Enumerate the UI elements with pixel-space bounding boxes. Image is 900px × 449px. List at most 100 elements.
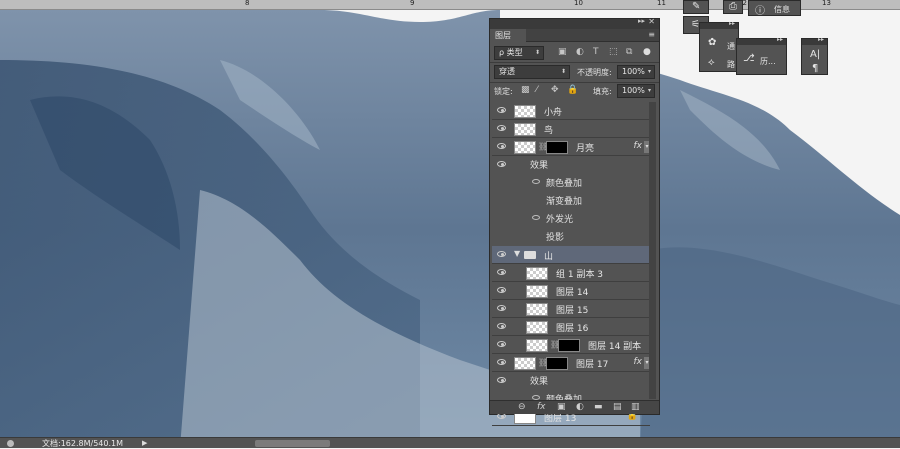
ruler-mark: 8	[245, 0, 250, 7]
fill-field[interactable]: 100% ▾	[617, 84, 655, 98]
filter-kind-select[interactable]: ρ 类型 ⬍	[494, 46, 544, 60]
visibility-eye-icon[interactable]	[497, 251, 506, 257]
layer-thumbnail	[526, 321, 548, 334]
group-name: 山	[544, 252, 554, 262]
collapse-icon[interactable]: ▸▸	[818, 36, 824, 43]
new-layer-icon[interactable]: ▤	[613, 402, 622, 412]
stamp-icon: ⎙	[729, 1, 737, 12]
layer-name: 鸟	[544, 126, 554, 136]
layers-panel[interactable]: ▸▸ ✕ 图层 ≡ ρ 类型 ⬍ ▣ ◐ T ⬚ ⧉ ● 穿透 ⬍ 不透明度: …	[489, 17, 660, 426]
visibility-eye-icon[interactable]	[497, 143, 506, 149]
adjustment-icon[interactable]: ◐	[576, 402, 584, 412]
opacity-label: 不透明度:	[577, 68, 612, 77]
status-menu-arrow[interactable]: ▶	[142, 438, 147, 449]
layer-row[interactable]: ⛓ 图层 17 fx ▾	[492, 354, 650, 372]
layer-row[interactable]: 小舟	[492, 102, 650, 120]
info-label: 信息	[774, 5, 790, 14]
fx-icon[interactable]: fx	[634, 141, 643, 151]
chevron-down-icon: ▾	[647, 68, 651, 75]
close-icon[interactable]: ✕	[648, 17, 655, 26]
layer-row[interactable]: ⛓ 月亮 fx ▾	[492, 138, 650, 156]
layer-mask-thumbnail[interactable]	[546, 141, 568, 154]
visibility-eye-icon[interactable]	[497, 359, 506, 365]
channels-paths-panel[interactable]: ▸▸ ✿ 通 ⟡ 路	[699, 20, 739, 72]
layer-mask-thumbnail[interactable]	[546, 357, 568, 370]
layer-row[interactable]: 鸟	[492, 120, 650, 138]
effects-header[interactable]: 效果	[492, 156, 650, 174]
tool-button-brush[interactable]: ✎	[683, 0, 709, 14]
visibility-eye-icon[interactable]	[497, 377, 506, 383]
filter-pixel-icon[interactable]: ▣	[558, 47, 567, 57]
layer-thumbnail	[526, 303, 548, 316]
lock-all-icon[interactable]: 🔒	[567, 85, 578, 95]
trash-icon[interactable]: ▥	[631, 402, 640, 412]
tab-layers[interactable]: 图层	[490, 29, 526, 42]
zoom-icon[interactable]	[7, 440, 14, 447]
filter-adjustment-icon[interactable]: ◐	[576, 47, 584, 57]
collapse-icon[interactable]: ▸▸	[729, 20, 735, 27]
collapse-icon[interactable]: ▸▸	[777, 36, 783, 43]
blend-mode-select[interactable]: 穿透 ⬍	[494, 65, 570, 79]
opacity-value: 100%	[622, 67, 645, 76]
expand-triangle-icon[interactable]: ▼	[514, 249, 520, 258]
effect-item[interactable]: 颜色叠加	[492, 174, 650, 192]
visibility-eye-icon[interactable]	[532, 179, 540, 184]
panel-title-bar[interactable]: ▸▸ ✕	[490, 17, 659, 29]
visibility-eye-icon[interactable]	[497, 125, 506, 131]
visibility-eye-icon[interactable]	[497, 269, 506, 275]
panel-menu-icon[interactable]: ≡	[648, 29, 655, 41]
folder-icon	[524, 251, 536, 259]
info-panel[interactable]: ⓘ 信息	[748, 0, 801, 17]
layer-row[interactable]: 组 1 副本 3	[492, 264, 650, 282]
lock-pixels-icon[interactable]: ⁄	[536, 85, 538, 95]
fx-icon[interactable]: fx	[634, 357, 643, 367]
visibility-eye-icon[interactable]	[497, 107, 506, 113]
history-label: 历...	[760, 57, 776, 66]
opacity-field[interactable]: 100% ▾	[617, 65, 655, 79]
character-panel[interactable]: ▸▸ A| ¶	[801, 36, 828, 75]
paragraph-icon: ¶	[812, 63, 819, 74]
fill-label: 填充:	[593, 87, 612, 96]
filter-kind-label: ρ 类型	[499, 48, 523, 57]
effects-header[interactable]: 效果	[492, 372, 650, 390]
effect-item[interactable]: 外发光	[492, 210, 650, 228]
layer-list[interactable]: 小舟鸟 ⛓ 月亮 fx ▾ 效果 颜色叠加 渐变叠加 外发光 投影 ▼ 山组 1 副本 3 图层 14 图…	[492, 102, 650, 426]
filter-shape-icon[interactable]: ⬚	[609, 47, 618, 57]
layer-row[interactable]: 图层 14	[492, 282, 650, 300]
history-panel[interactable]: ▸▸ ⎇ 历...	[736, 36, 787, 75]
status-bar: 文档:162.8M/540.1M ▶	[0, 437, 900, 448]
layer-row[interactable]: ⛓ 图层 14 副本	[492, 336, 650, 354]
link-icon[interactable]: ⊖	[518, 402, 526, 412]
filter-toggle-icon[interactable]: ●	[643, 47, 651, 57]
ruler-mark: 10	[574, 0, 583, 7]
visibility-eye-icon[interactable]	[497, 341, 506, 347]
lock-transparency-icon[interactable]: ▩	[521, 85, 530, 95]
layer-row[interactable]: 图层 15	[492, 300, 650, 318]
visibility-eye-icon[interactable]	[497, 323, 506, 329]
filter-type-icon[interactable]: T	[593, 47, 599, 57]
chevron-down-icon: ▾	[647, 87, 651, 94]
layer-list-scrollbar[interactable]	[649, 102, 656, 399]
layer-name: 月亮	[576, 144, 595, 154]
fx-icon[interactable]: fx	[537, 402, 546, 412]
layer-group-row[interactable]: ▼ 山	[492, 246, 650, 264]
filter-smart-object-icon[interactable]: ⧉	[626, 47, 632, 57]
mask-icon[interactable]: ▣	[557, 402, 566, 412]
lock-position-icon[interactable]: ✥	[551, 85, 559, 95]
effect-item[interactable]: 渐变叠加	[492, 192, 650, 210]
visibility-eye-icon[interactable]	[497, 161, 506, 167]
visibility-eye-icon[interactable]	[497, 305, 506, 311]
folder-icon[interactable]: ▬	[594, 402, 603, 412]
collapse-icon[interactable]: ▸▸	[638, 17, 645, 25]
tool-button-clone[interactable]: ⎙	[723, 0, 743, 14]
blend-mode-value: 穿透	[499, 67, 515, 76]
visibility-eye-icon[interactable]	[497, 287, 506, 293]
paths-label: 路	[727, 60, 735, 69]
layer-thumbnail	[526, 267, 548, 280]
ruler-mark: 9	[410, 0, 415, 7]
horizontal-scrollbar[interactable]	[255, 440, 330, 447]
effect-item[interactable]: 投影	[492, 228, 650, 246]
visibility-eye-icon[interactable]	[532, 215, 540, 220]
layer-row[interactable]: 图层 16	[492, 318, 650, 336]
layer-mask-thumbnail[interactable]	[558, 339, 580, 352]
